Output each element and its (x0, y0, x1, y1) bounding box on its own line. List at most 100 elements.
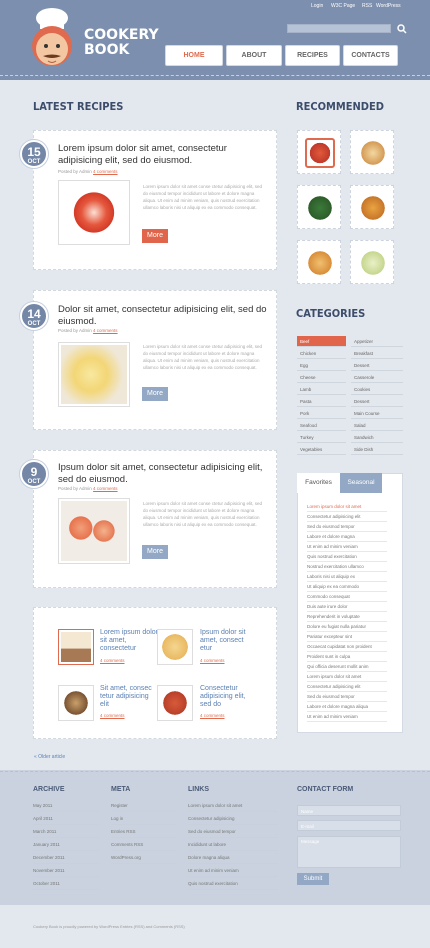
recommended-item[interactable] (350, 130, 394, 174)
older-article-link[interactable]: « Older article (34, 754, 65, 760)
nav-home[interactable]: HOME (165, 45, 223, 66)
meta-link[interactable]: Log in (111, 813, 177, 825)
favorite-item[interactable]: Qui officia deserunt mollit anim (307, 663, 387, 672)
related-title[interactable]: Consectetur adipisicing elit, sed do (200, 685, 250, 709)
category-item[interactable]: Casserole (351, 372, 403, 383)
favorite-item[interactable]: Ut enim ad minim veniam (307, 713, 387, 722)
name-field[interactable]: Name (297, 805, 401, 816)
archive-link[interactable]: December 2011 (33, 852, 99, 864)
archive-link[interactable]: March 2011 (33, 826, 99, 838)
category-item[interactable]: Cheese (297, 372, 346, 383)
more-button[interactable]: More (142, 545, 168, 559)
category-item[interactable]: Breakfast (351, 348, 403, 359)
post-title[interactable]: Ipsum dolor sit amet, consectetur adipis… (58, 462, 270, 486)
post-title[interactable]: Lorem ipsum dolor sit amet, consectetur … (58, 143, 270, 167)
favorite-item[interactable]: Consectetur adipisicing elit (307, 513, 387, 522)
archive-link[interactable]: October 2011 (33, 878, 99, 890)
tab-seasonal[interactable]: Seasonal (340, 473, 382, 493)
top-link-rss[interactable]: RSS (362, 3, 372, 9)
footer-link[interactable]: Incididunt ut labore (188, 839, 278, 851)
category-item[interactable]: Sandwich (351, 432, 403, 443)
category-item[interactable]: Beef (297, 336, 346, 347)
search-input[interactable] (287, 24, 391, 33)
top-link-login[interactable]: Login (311, 3, 323, 9)
category-item[interactable]: Pasta (297, 396, 346, 407)
top-link-wordpress[interactable]: WordPress (376, 3, 401, 9)
search-button[interactable] (396, 23, 408, 35)
archive-link[interactable]: April 2011 (33, 813, 99, 825)
related-comments[interactable]: 4 comments (100, 658, 125, 663)
favorite-item[interactable]: Consectetur adipisicing elit (307, 683, 387, 692)
meta-link[interactable]: Comments RSS (111, 839, 177, 851)
related-image[interactable] (58, 629, 94, 665)
post-comments-link[interactable]: 4 comments (93, 328, 118, 333)
favorite-item[interactable]: Labore et dolore magna (307, 533, 387, 542)
category-item[interactable]: Turkey (297, 432, 346, 443)
favorite-item[interactable]: Lorem ipsum dolor sit amet (307, 673, 387, 682)
post-image[interactable] (58, 342, 130, 407)
meta-link[interactable]: Entries RSS (111, 826, 177, 838)
category-item[interactable]: Side Dish (351, 444, 403, 455)
meta-link[interactable]: WordPress.org (111, 852, 177, 864)
logo-text[interactable]: COOKERY BOOK (84, 28, 159, 58)
tab-favorites[interactable]: Favorites (297, 473, 340, 493)
category-item[interactable]: Vegetables (297, 444, 346, 455)
related-title[interactable]: Ipsum dolor sit amet, consect etur (200, 629, 250, 653)
category-item[interactable]: Dessert (351, 396, 403, 407)
post-image[interactable] (58, 498, 130, 564)
related-image[interactable] (157, 685, 193, 721)
nav-recipes[interactable]: RECIPES (285, 45, 340, 66)
archive-link[interactable]: January 2011 (33, 839, 99, 851)
post-image[interactable] (58, 180, 130, 245)
related-title[interactable]: Sit amet, consec tetur adipisicing elit (100, 685, 158, 709)
favorite-item[interactable]: Sed do eiusmod tempor (307, 523, 387, 532)
related-title[interactable]: Lorem ipsum dolor sit amet, consectetur (100, 629, 158, 653)
favorite-item[interactable]: Reprehenderit in voluptate (307, 613, 387, 622)
category-item[interactable]: Chicken (297, 348, 346, 359)
favorite-item[interactable]: Dolore eu fugiat nulla pariatur (307, 623, 387, 632)
nav-contacts[interactable]: CONTACTS (343, 45, 398, 66)
favorite-item[interactable]: Labore et dolore magna aliqua (307, 703, 387, 712)
category-item[interactable]: Dessert (351, 360, 403, 371)
email-field[interactable]: E-mail (297, 820, 401, 831)
footer-link[interactable]: Sed do eiusmod tempor (188, 826, 278, 838)
favorite-item[interactable]: Ut enim ad minim veniam (307, 543, 387, 552)
message-field[interactable]: Message (297, 836, 401, 868)
favorite-item[interactable]: Pariatur excepteur sint (307, 633, 387, 642)
related-image[interactable] (58, 685, 94, 721)
recommended-item[interactable] (350, 185, 394, 229)
favorite-item[interactable]: Sed do eiusmod tempor (307, 693, 387, 702)
category-item[interactable]: Lamb (297, 384, 346, 395)
footer-link[interactable]: Lorem ipsum dolor sit amet (188, 800, 278, 812)
post-comments-link[interactable]: 4 comments (93, 486, 118, 491)
recommended-item[interactable] (297, 130, 341, 174)
related-comments[interactable]: 4 comments (200, 713, 225, 718)
favorite-item[interactable]: Ut aliquip ex ea commodo (307, 583, 387, 592)
nav-about[interactable]: ABOUT (226, 45, 282, 66)
related-comments[interactable]: 4 comments (200, 658, 225, 663)
submit-button[interactable]: Submit (297, 873, 329, 885)
post-comments-link[interactable]: 4 comments (93, 169, 118, 174)
top-link-w3c[interactable]: W3C Page (331, 3, 355, 9)
category-item[interactable]: Salad (351, 420, 403, 431)
category-item[interactable]: Seafood (297, 420, 346, 431)
category-item[interactable]: Egg (297, 360, 346, 371)
chef-logo[interactable] (30, 6, 82, 71)
more-button[interactable]: More (142, 387, 168, 401)
category-item[interactable]: Cookies (351, 384, 403, 395)
meta-link[interactable]: Register (111, 800, 177, 812)
favorite-item[interactable]: Commodo consequat (307, 593, 387, 602)
favorite-item[interactable]: Occaecat cupidatat non proident (307, 643, 387, 652)
category-item[interactable]: Appetizer (351, 336, 403, 347)
favorite-item[interactable]: Quis nostrud exercitation (307, 553, 387, 562)
archive-link[interactable]: November 2011 (33, 865, 99, 877)
post-title[interactable]: Dolor sit amet, consectetur adipisicing … (58, 304, 270, 328)
more-button[interactable]: More (142, 229, 168, 243)
footer-link[interactable]: Dolore magna aliqua (188, 852, 278, 864)
favorite-item[interactable]: Lorem ipsum dolor sit amet (307, 503, 387, 512)
archive-link[interactable]: May 2011 (33, 800, 99, 812)
category-item[interactable]: Main Course (351, 408, 403, 419)
favorite-item[interactable]: Proident sunt in culpa (307, 653, 387, 662)
footer-link[interactable]: Quis nostrud exercitation (188, 878, 278, 890)
favorite-item[interactable]: Duis aute irure dolor (307, 603, 387, 612)
